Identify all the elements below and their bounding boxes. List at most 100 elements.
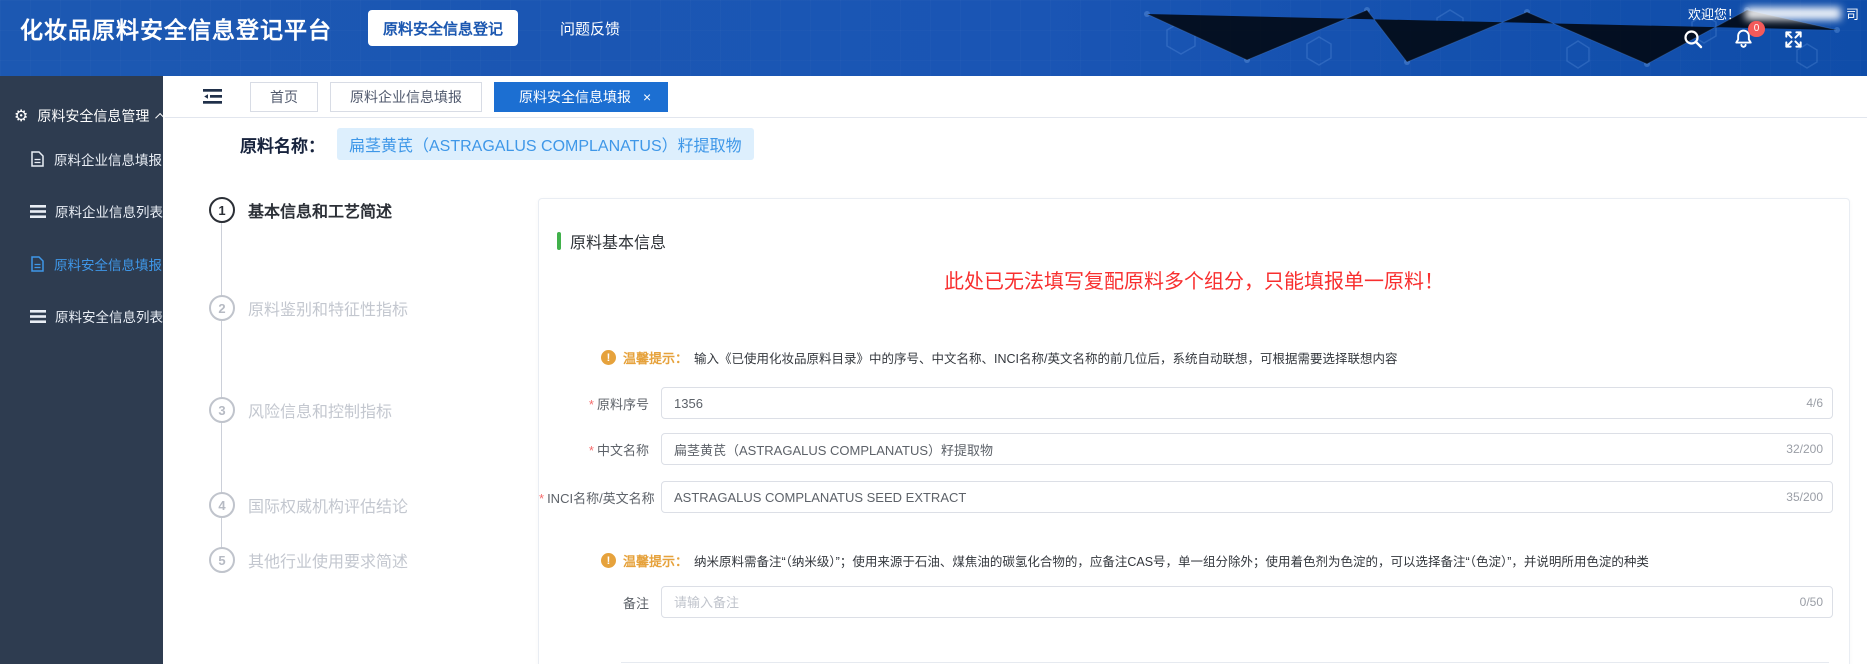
field-row-remark: 备注 0/50 <box>539 586 1833 618</box>
list-icon <box>30 204 46 218</box>
nav-registration-button[interactable]: 原料安全信息登记 <box>368 10 519 46</box>
material-name-label: 原料名称： <box>240 136 325 156</box>
sidebar: ⚙ 原料安全信息管理 原料企业信息填报 原料企业信息列表 原料安全信息填报 原料… <box>0 76 166 664</box>
required-mark: * <box>539 490 545 506</box>
inci-name-input[interactable] <box>661 481 1833 513</box>
sidebar-item-label: 原料安全信息列表 <box>55 310 163 325</box>
step-5-other-industry-requirements[interactable]: 5 其他行业使用要求简述 <box>209 547 408 573</box>
document-icon <box>30 151 45 167</box>
bell-icon[interactable]: 0 <box>1731 21 1765 51</box>
tab-safety-info-fill[interactable]: 原料安全信息填报 × <box>494 81 669 112</box>
step-number: 4 <box>209 492 235 518</box>
sidebar-item-label: 原料企业信息填报 <box>54 153 162 168</box>
document-icon <box>30 256 45 272</box>
step-3-risk-control-indicators[interactable]: 3 风险信息和控制指标 <box>209 397 392 423</box>
sidebar-item-safety-info-list[interactable]: 原料安全信息列表 <box>30 306 163 326</box>
step-2-identification-indicators[interactable]: 2 原料鉴别和特征性指标 <box>209 295 408 321</box>
field-row-chinese-name: *中文名称 32/200 <box>539 433 1833 465</box>
list-icon <box>30 309 46 323</box>
remark-input[interactable] <box>661 586 1833 618</box>
step-number: 3 <box>209 397 235 423</box>
step-label: 国际权威机构评估结论 <box>248 499 409 516</box>
header-left: 化妆品原料安全信息登记平台 原料安全信息登记 问题反馈 <box>20 0 620 56</box>
field-label-text: 备注 <box>622 595 649 611</box>
section-header: 原料基本信息 <box>557 229 1849 253</box>
material-name-value: 扁茎黄芪（ASTRAGALUS COMPLANATUS）籽提取物 <box>337 128 754 160</box>
chinese-name-input[interactable] <box>661 433 1833 465</box>
notification-badge: 0 <box>1748 21 1765 37</box>
close-icon[interactable]: × <box>643 90 651 104</box>
fullscreen-icon[interactable] <box>1781 27 1805 51</box>
collapse-menu-icon[interactable] <box>203 89 222 104</box>
tip-label: 温馨提示： <box>623 351 689 366</box>
sidebar-item-enterprise-info-fill[interactable]: 原料企业信息填报 <box>30 149 162 169</box>
search-icon[interactable] <box>1681 27 1705 51</box>
field-row-inci-name: *INCI名称/英文名称 35/200 <box>539 481 1833 513</box>
input-wrapper: 0/50 <box>661 586 1833 618</box>
app-window: 化妆品原料安全信息登记平台 原料安全信息登记 问题反馈 欢迎您！ 司 0 ⚙ 原… <box>0 0 1867 664</box>
section-accent-bar <box>557 232 561 250</box>
step-label: 基本信息和工艺简述 <box>248 204 393 221</box>
sidebar-group-material-safety-management[interactable]: ⚙ 原料安全信息管理 <box>14 106 166 126</box>
serial-number-input[interactable] <box>661 387 1833 419</box>
tip-text: 输入《已使用化妆品原料目录》中的序号、中文名称、INCI名称/英文名称的前几位后… <box>694 352 1398 366</box>
gear-icon: ⚙ <box>14 108 29 125</box>
sidebar-item-enterprise-info-list[interactable]: 原料企业信息列表 <box>30 201 163 221</box>
tip-remark-rules: ! 温馨提示： 纳米原料需备注“（纳米级）”；使用来源于石油、煤焦油的碳氢化合物… <box>601 551 1849 570</box>
tab-enterprise-info-fill[interactable]: 原料企业信息填报 <box>330 81 482 112</box>
basic-info-card: 原料基本信息 此处已无法填写复配原料多个组分，只能填报单一原料！ ! 温馨提示：… <box>538 198 1850 664</box>
chevron-up-icon <box>155 112 166 123</box>
char-counter: 0/50 <box>1799 595 1823 609</box>
field-label-text: 中文名称 <box>596 442 649 458</box>
input-wrapper: 35/200 <box>661 481 1833 513</box>
step-4-international-evaluation[interactable]: 4 国际权威机构评估结论 <box>209 492 408 518</box>
required-mark: * <box>588 396 594 412</box>
info-icon: ! <box>601 553 616 568</box>
char-counter: 35/200 <box>1786 490 1823 504</box>
step-number: 2 <box>209 295 235 321</box>
field-label: * INCI名称/英文名称 <box>539 488 661 507</box>
app-title: 化妆品原料安全信息登记平台 <box>20 17 332 43</box>
field-label: * 中文名称 <box>539 440 661 459</box>
char-counter: 32/200 <box>1786 442 1823 456</box>
char-counter: 4/6 <box>1806 396 1823 410</box>
field-row-serial-number: *原料序号 4/6 <box>539 387 1833 419</box>
single-material-warning: 此处已无法填写复配原料多个组分，只能填报单一原料！ <box>944 271 1444 293</box>
field-label: 备注 <box>539 593 661 612</box>
step-label: 其他行业使用要求简述 <box>248 554 409 571</box>
step-label: 原料鉴别和特征性指标 <box>248 302 409 319</box>
section-title: 原料基本信息 <box>570 235 667 252</box>
sidebar-item-safety-info-fill[interactable]: 原料安全信息填报 <box>30 254 162 274</box>
tip-label: 温馨提示： <box>623 554 689 569</box>
sidebar-group-label: 原料安全信息管理 <box>37 108 150 124</box>
tab-label: 原料企业信息填报 <box>350 88 462 105</box>
welcome-text-suffix: 司 <box>1845 7 1859 22</box>
welcome-area: 欢迎您！ 司 <box>1688 4 1859 23</box>
tab-home[interactable]: 首页 <box>250 81 318 112</box>
info-icon: ! <box>601 350 616 365</box>
tip-autocomplete: ! 温馨提示： 输入《已使用化妆品原料目录》中的序号、中文名称、INCI名称/英… <box>601 348 1849 367</box>
step-number: 1 <box>209 197 235 223</box>
sidebar-item-label: 原料企业信息列表 <box>55 205 163 220</box>
top-header: 化妆品原料安全信息登记平台 原料安全信息登记 问题反馈 欢迎您！ 司 0 <box>0 0 1867 76</box>
input-wrapper: 32/200 <box>661 433 1833 465</box>
field-label: * 原料序号 <box>539 394 661 413</box>
tab-label: 首页 <box>270 88 298 105</box>
required-mark: * <box>588 442 594 458</box>
tab-label: 原料安全信息填报 <box>519 88 631 105</box>
field-label-text: 原料序号 <box>596 396 649 412</box>
material-name-row: 原料名称： 扁茎黄芪（ASTRAGALUS COMPLANATUS）籽提取物 <box>240 128 754 160</box>
main-content: 首页 原料企业信息填报 原料安全信息填报 × 原料名称： 扁茎黄芪（ASTRAG… <box>163 76 1867 664</box>
tab-bar: 首页 原料企业信息填报 原料安全信息填报 × <box>163 76 1867 118</box>
field-label-text: INCI名称/英文名称 <box>547 490 655 506</box>
step-1-basic-info[interactable]: 1 基本信息和工艺简述 <box>209 197 392 223</box>
section-divider <box>621 662 1829 663</box>
step-label: 风险信息和控制指标 <box>248 404 393 421</box>
input-wrapper: 4/6 <box>661 387 1833 419</box>
header-icon-row: 0 <box>1681 21 1805 51</box>
tip-text: 纳米原料需备注“（纳米级）”；使用来源于石油、煤焦油的碳氢化合物的，应备注CAS… <box>694 555 1649 569</box>
sidebar-item-label: 原料安全信息填报 <box>54 258 162 273</box>
welcome-text: 欢迎您！ <box>1687 7 1740 22</box>
redacted-username <box>1744 7 1841 20</box>
nav-feedback-link[interactable]: 问题反馈 <box>560 18 620 39</box>
